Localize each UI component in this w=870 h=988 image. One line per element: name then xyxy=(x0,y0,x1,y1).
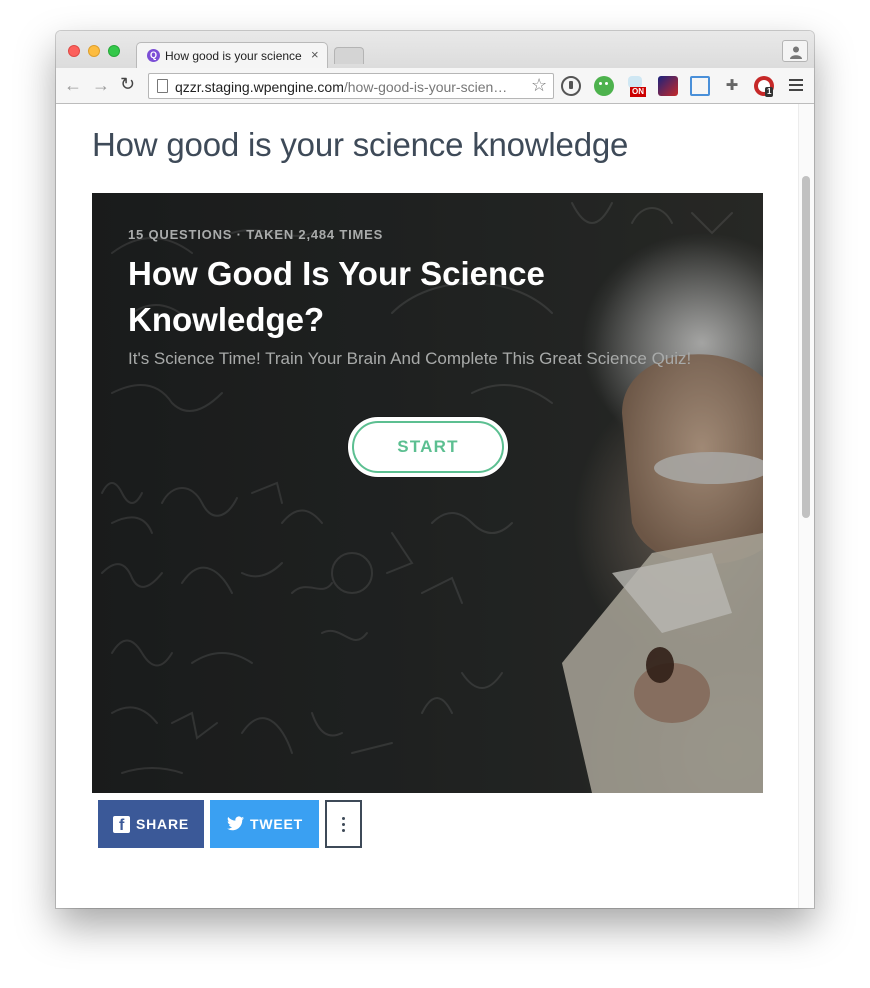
bookmark-star-icon[interactable]: ☆ xyxy=(531,75,547,96)
extension-hangouts-icon[interactable] xyxy=(594,76,614,96)
url-text: qzzr.staging.wpengine.com/how-good-is-yo… xyxy=(175,79,525,95)
address-bar[interactable]: qzzr.staging.wpengine.com/how-good-is-yo… xyxy=(148,73,554,99)
tab-strip: Q How good is your science knowledge × xyxy=(56,31,814,69)
quiz-meta: 15 QUESTIONS · TAKEN 2,484 TIMES xyxy=(128,227,384,242)
extension-info-icon[interactable] xyxy=(561,76,581,96)
twitter-bird-icon xyxy=(227,816,244,831)
extension-gauge-icon[interactable] xyxy=(658,76,678,96)
facebook-icon xyxy=(113,816,130,835)
extension-on-badge: ON xyxy=(630,87,646,97)
twitter-tweet-button[interactable]: TWEET xyxy=(210,800,319,848)
start-button-label: START xyxy=(352,421,504,473)
page-viewport: How good is your science knowledge 15 QU… xyxy=(56,104,814,908)
facebook-share-label: SHARE xyxy=(136,816,190,832)
page-icon xyxy=(157,79,168,93)
reload-icon[interactable]: ↻ xyxy=(120,75,135,93)
start-button[interactable]: START xyxy=(348,417,508,477)
scrollbar-thumb[interactable] xyxy=(802,176,810,518)
close-window-button[interactable] xyxy=(68,45,80,57)
more-dot-icon xyxy=(342,823,345,826)
forward-arrow-icon[interactable]: → xyxy=(92,76,110,94)
hamburger-menu-icon[interactable] xyxy=(789,79,803,92)
tab-close-icon[interactable]: × xyxy=(311,47,319,62)
new-tab-button[interactable] xyxy=(334,47,364,64)
qzzr-favicon-icon: Q xyxy=(147,49,160,62)
twitter-tweet-label: TWEET xyxy=(250,816,303,832)
quiz-description: It's Science Time! Train Your Brain And … xyxy=(128,349,692,368)
url-host: qzzr.staging.wpengine.com xyxy=(175,79,344,95)
quiz-title: How Good Is Your Science Knowledge? xyxy=(128,255,545,338)
facebook-share-button[interactable]: SHARE xyxy=(98,800,204,848)
person-icon xyxy=(790,46,802,59)
more-dot-icon xyxy=(342,829,345,832)
browser-tab[interactable]: Q How good is your science knowledge × xyxy=(136,42,328,69)
tab-title: How good is your science knowledge xyxy=(165,49,302,63)
more-options-button[interactable] xyxy=(325,800,362,848)
extension-puzzle-icon[interactable]: ✚ xyxy=(722,76,742,96)
browser-toolbar: ← → ↻ qzzr.staging.wpengine.com/how-good… xyxy=(56,68,814,104)
back-arrow-icon[interactable]: ← xyxy=(64,76,82,94)
quiz-hero: 15 QUESTIONS · TAKEN 2,484 TIMES How Goo… xyxy=(92,193,763,793)
minimize-window-button[interactable] xyxy=(88,45,100,57)
zoom-window-button[interactable] xyxy=(108,45,120,57)
browser-window: Q How good is your science knowledge × ←… xyxy=(56,31,814,908)
extension-on-icon[interactable]: ON xyxy=(626,76,646,97)
extension-screenshot-icon[interactable] xyxy=(690,76,710,96)
url-path: /how-good-is-your-scien… xyxy=(343,79,508,95)
more-dot-icon xyxy=(342,817,345,820)
profile-button[interactable] xyxy=(782,40,808,62)
extension-adblock-icon[interactable]: 1 xyxy=(754,76,774,97)
page-title: How good is your science knowledge xyxy=(92,126,629,163)
extension-count-badge: 1 xyxy=(765,87,774,97)
